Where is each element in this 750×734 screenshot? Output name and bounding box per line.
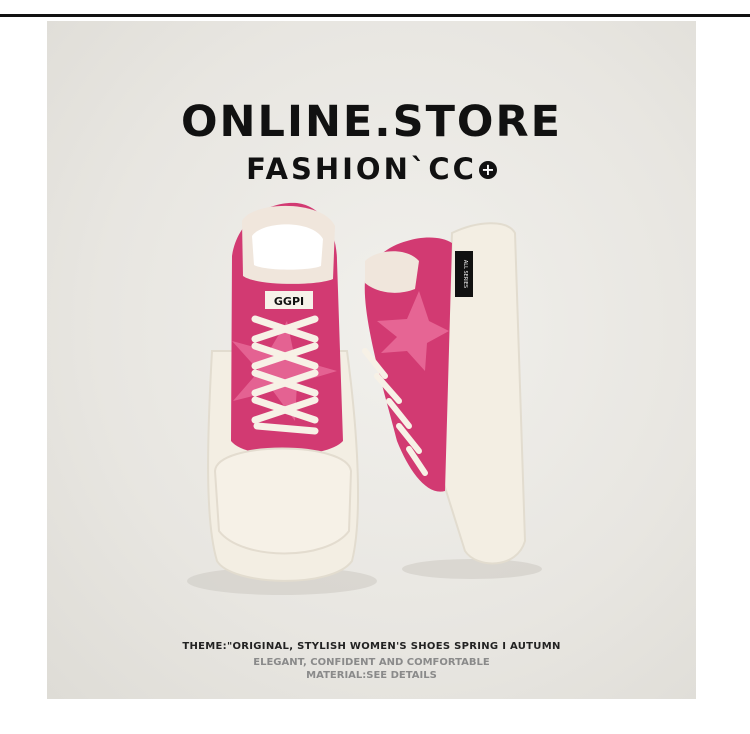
right-sneaker: ALL SERIES — [362, 222, 542, 579]
left-sneaker: GGPI — [187, 202, 377, 595]
tongue-label: GGPI — [274, 295, 304, 308]
tagline-caption: ELEGANT, CONFIDENT AND COMFORTABLE — [253, 657, 490, 668]
theme-caption: THEME:"ORIGINAL, STYLISH WOMEN'S SHOES S… — [182, 641, 561, 652]
sneakers-illustration: GGPI ALL SERIES — [187, 202, 542, 595]
side-label: ALL SERIES — [462, 260, 468, 288]
product-photo: ONLINE.STORE FASHION`CC + GGPI ALL SERIE… — [47, 21, 696, 699]
material-caption: MATERIAL:SEE DETAILS — [306, 670, 437, 681]
top-divider — [0, 14, 750, 17]
